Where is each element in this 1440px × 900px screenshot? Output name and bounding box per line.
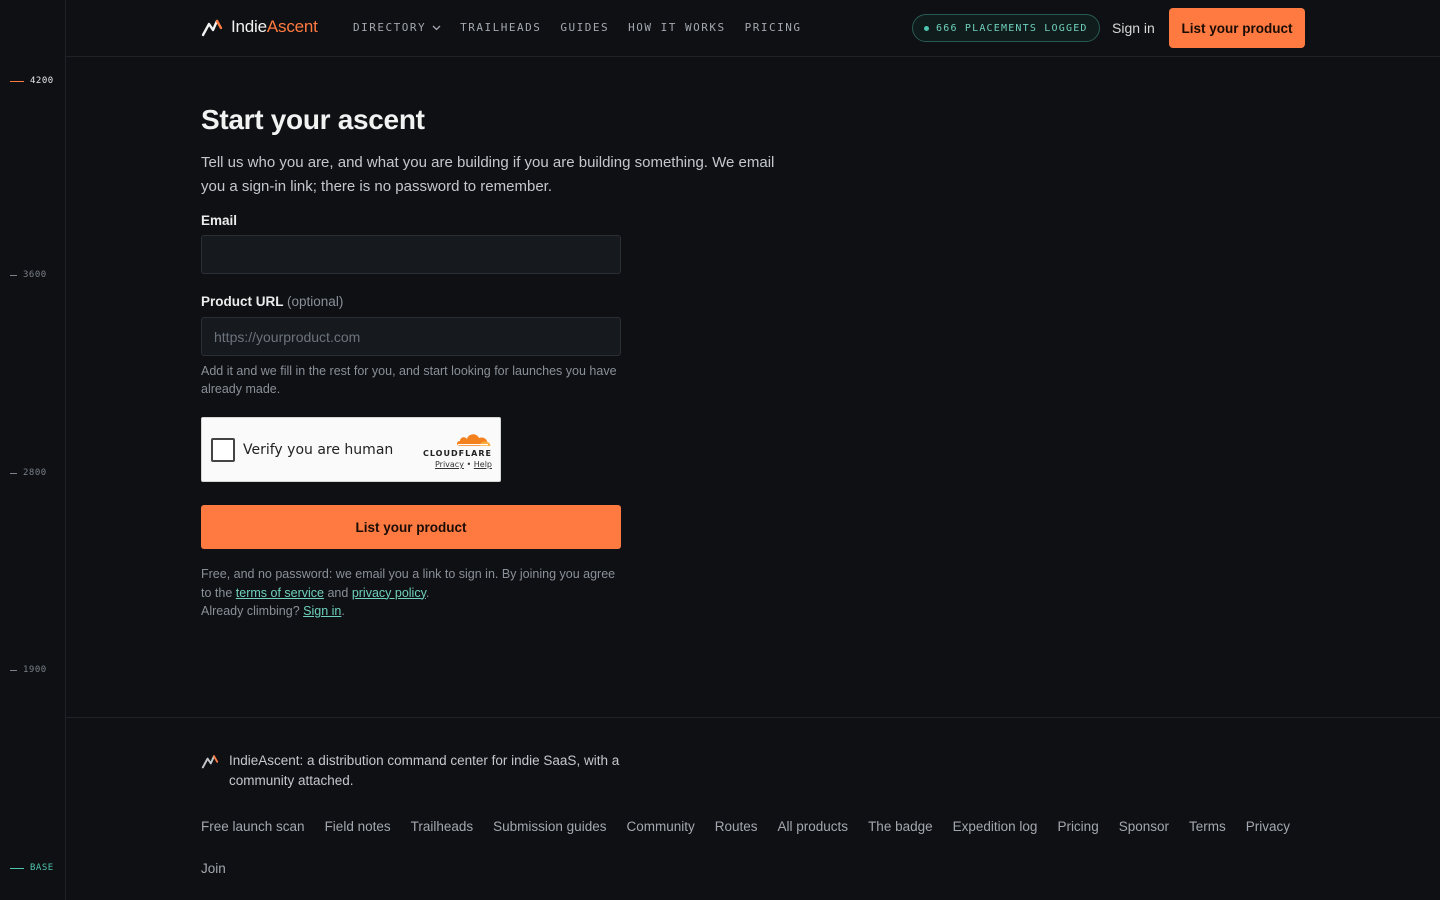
captcha-privacy-link[interactable]: Privacy: [435, 460, 464, 469]
chevron-down-icon: [432, 25, 441, 30]
footer-link-terms[interactable]: Terms: [1189, 818, 1226, 836]
altitude-mark-1900: 1900: [10, 665, 47, 675]
product-url-hint: Add it and we fill in the rest for you, …: [201, 364, 617, 396]
footer-link-community[interactable]: Community: [626, 818, 694, 836]
nav-directory[interactable]: DIRECTORY: [353, 21, 441, 34]
footer-link-the-badge[interactable]: The badge: [868, 818, 933, 836]
intro-text: Tell us who you are, and what you are bu…: [201, 154, 775, 195]
cloudflare-branding: CLOUDFLARE Privacy • Help: [423, 430, 492, 469]
mountain-logo-icon: [201, 755, 219, 769]
captcha-separator: •: [466, 460, 472, 469]
footer-link-pricing[interactable]: Pricing: [1057, 818, 1098, 836]
mountain-logo-icon: [201, 19, 223, 37]
footer-link-all-products[interactable]: All products: [778, 818, 849, 836]
footer-links: Free launch scan Field notes Trailheads …: [201, 818, 1311, 878]
cloudflare-cloud-icon: [457, 434, 491, 446]
submit-list-product-button[interactable]: List your product: [201, 505, 621, 549]
fine-print: Free, and no password: we email you a li…: [201, 567, 616, 618]
footer-link-field-notes[interactable]: Field notes: [325, 818, 391, 836]
placements-badge: 666 PLACEMENTS LOGGED: [912, 14, 1100, 42]
nav-guides[interactable]: GUIDES: [560, 21, 609, 34]
footer-link-trailheads[interactable]: Trailheads: [411, 818, 474, 836]
header-sign-in-link[interactable]: Sign in: [1112, 20, 1155, 36]
captcha-links: Privacy • Help: [423, 460, 492, 469]
email-group: Email: [201, 213, 621, 274]
altitude-mark-3600: 3600: [10, 270, 47, 280]
terms-link[interactable]: terms of service: [236, 586, 324, 600]
nav-pricing[interactable]: PRICING: [745, 21, 802, 34]
altitude-mark-2800: 2800: [10, 468, 47, 478]
brand-name: IndieAscent: [231, 17, 318, 36]
captcha-label: Verify you are human: [243, 441, 394, 458]
email-input[interactable]: [201, 235, 621, 274]
footer-link-expedition-log[interactable]: Expedition log: [953, 818, 1038, 836]
nav-how-it-works[interactable]: HOW IT WORKS: [628, 21, 725, 34]
footer-link-privacy[interactable]: Privacy: [1246, 818, 1290, 836]
captcha-checkbox[interactable]: [211, 437, 235, 462]
captcha-widget: Verify you are human CLOUDFLARE Privacy …: [201, 417, 501, 482]
footer-tagline: IndieAscent: a distribution command cent…: [229, 753, 620, 788]
fine-print-sign-in-link[interactable]: Sign in: [303, 604, 341, 618]
signup-section: Start your ascent Tell us who you are, a…: [201, 104, 801, 618]
cloudflare-wordmark: CLOUDFLARE: [423, 449, 492, 458]
brand-logo[interactable]: IndieAscent: [201, 17, 318, 37]
email-label: Email: [201, 213, 238, 228]
product-url-input[interactable]: [201, 317, 621, 356]
altitude-mark-base: BASE: [10, 863, 54, 873]
page-title: Start your ascent: [201, 104, 425, 135]
footer-link-submission-guides[interactable]: Submission guides: [493, 818, 606, 836]
footer-link-join[interactable]: Join: [201, 860, 226, 878]
top-header: IndieAscent DIRECTORY TRAILHEADS GUIDES …: [66, 0, 1440, 57]
privacy-link[interactable]: privacy policy: [352, 586, 426, 600]
product-url-label: Product URL (optional): [201, 294, 344, 309]
captcha-help-link[interactable]: Help: [474, 460, 492, 469]
site-footer: IndieAscent: a distribution command cent…: [66, 717, 1440, 900]
altitude-rail: 4200 3600 2800 1900 BASE: [0, 0, 66, 900]
header-list-product-button[interactable]: List your product: [1169, 8, 1305, 48]
altitude-mark-4200: 4200: [10, 76, 54, 86]
optional-tag: (optional): [287, 294, 344, 309]
footer-link-free-launch-scan[interactable]: Free launch scan: [201, 818, 305, 836]
footer-link-sponsor[interactable]: Sponsor: [1119, 818, 1169, 836]
footer-link-routes[interactable]: Routes: [715, 818, 758, 836]
main-nav: DIRECTORY TRAILHEADS GUIDES HOW IT WORKS…: [353, 21, 801, 34]
product-url-group: Product URL (optional) Add it and we fil…: [201, 294, 621, 398]
footer-tagline-block: IndieAscent: a distribution command cent…: [201, 751, 659, 791]
nav-trailheads[interactable]: TRAILHEADS: [460, 21, 541, 34]
status-dot-icon: [924, 25, 929, 31]
